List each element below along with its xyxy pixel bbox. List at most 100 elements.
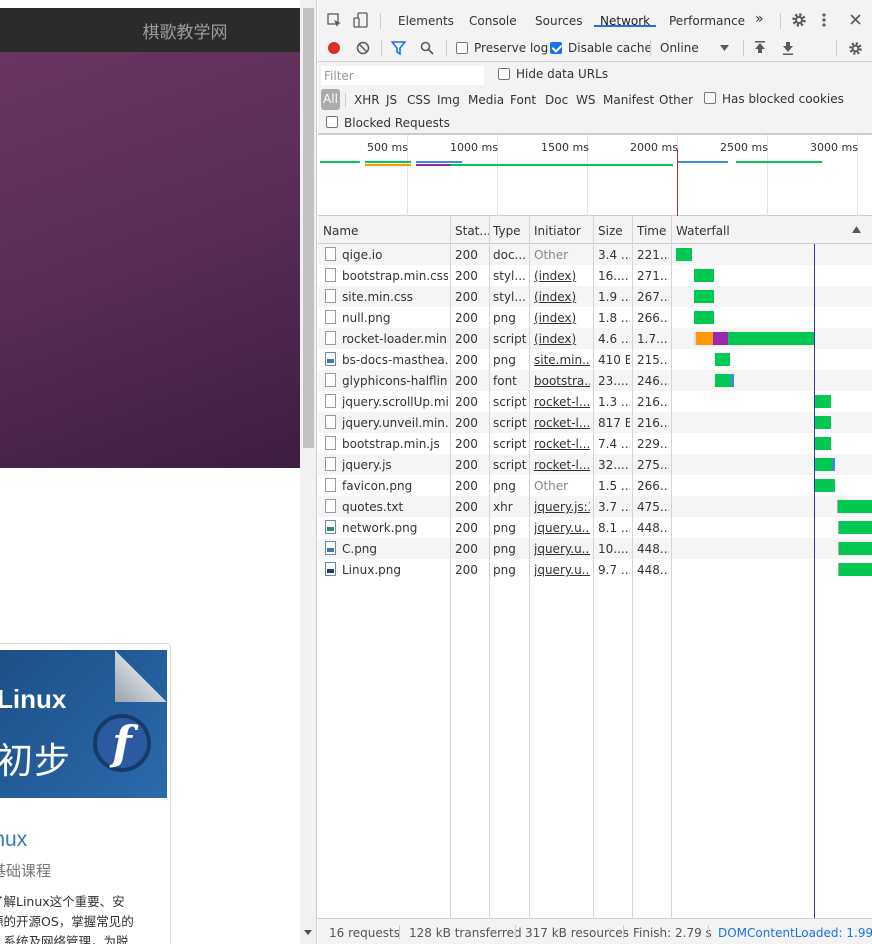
- tab-console[interactable]: Console: [469, 14, 517, 28]
- request-name[interactable]: bs-docs-masthea...: [342, 353, 448, 367]
- search-icon[interactable]: [420, 41, 434, 55]
- table-row[interactable]: null.png 200 png (index) 1.8 ... 266...: [318, 307, 872, 328]
- import-har-icon[interactable]: [754, 41, 766, 55]
- filter-type-all[interactable]: All: [321, 89, 340, 110]
- request-name[interactable]: jquery.scrollUp.mi...: [342, 395, 448, 409]
- table-row[interactable]: bootstrap.min.js 200 script rocket-l... 7.4 …: [318, 433, 872, 454]
- clear-icon[interactable]: [356, 41, 370, 55]
- page-scrollbar[interactable]: [300, 0, 317, 944]
- record-icon[interactable]: [327, 41, 341, 55]
- column-divider[interactable]: [632, 216, 633, 918]
- column-header-initiator[interactable]: Initiator: [534, 224, 581, 238]
- request-name[interactable]: jquery.unveil.min.js: [342, 416, 448, 430]
- request-initiator[interactable]: site.min....: [534, 353, 590, 367]
- column-divider[interactable]: [529, 216, 530, 918]
- request-initiator[interactable]: rocket-l...: [534, 437, 590, 451]
- filter-type-media[interactable]: Media: [468, 93, 504, 107]
- blocked-requests-checkbox[interactable]: [326, 116, 338, 128]
- request-initiator[interactable]: (index): [534, 311, 590, 325]
- filter-type-font[interactable]: Font: [510, 93, 536, 107]
- filter-type-js[interactable]: JS: [386, 93, 397, 107]
- sort-ascending-icon[interactable]: [852, 226, 861, 233]
- request-initiator[interactable]: rocket-l...: [534, 458, 590, 472]
- column-divider[interactable]: [450, 216, 451, 918]
- column-header-type[interactable]: Type: [493, 224, 521, 238]
- course-card-linux[interactable]: Linux 初步 f Linux 基础课程 了解Linux这个重要、安 源的开源…: [0, 643, 171, 944]
- table-row[interactable]: network.png 200 png jquery.u... 8.1 ... 448..…: [318, 517, 872, 538]
- export-har-icon[interactable]: [782, 41, 794, 55]
- request-initiator[interactable]: jquery.u...: [534, 521, 590, 535]
- dropdown-arrow-icon[interactable]: [720, 45, 729, 51]
- filter-funnel-icon[interactable]: [391, 41, 406, 55]
- request-name[interactable]: bootstrap.min.js: [342, 437, 448, 451]
- settings-gear-icon[interactable]: [791, 12, 807, 28]
- request-initiator[interactable]: (index): [534, 290, 590, 304]
- column-header-size[interactable]: Size: [598, 224, 623, 238]
- column-divider[interactable]: [671, 216, 672, 918]
- table-row[interactable]: glyphicons-halflin... 200 font bootstra... 2…: [318, 370, 872, 391]
- filter-type-ws[interactable]: WS: [576, 93, 595, 107]
- request-initiator[interactable]: jquery.u...: [534, 563, 590, 577]
- request-initiator[interactable]: rocket-l...: [534, 395, 590, 409]
- request-initiator[interactable]: (index): [534, 332, 590, 346]
- disable-cache-checkbox[interactable]: [550, 42, 562, 54]
- column-header-time[interactable]: Time: [637, 224, 666, 238]
- request-name[interactable]: qige.io: [342, 248, 448, 262]
- device-toolbar-icon[interactable]: [353, 12, 369, 28]
- table-row[interactable]: jquery.scrollUp.mi... 200 script rocket-l..…: [318, 391, 872, 412]
- throttling-select[interactable]: Online: [660, 41, 699, 55]
- column-header-waterfall[interactable]: Waterfall: [676, 224, 730, 238]
- table-row[interactable]: rocket-loader.min... 200 script (index) 4.6 …: [318, 328, 872, 349]
- request-initiator[interactable]: jquery.js:3: [534, 500, 590, 514]
- request-initiator[interactable]: rocket-l...: [534, 416, 590, 430]
- request-name[interactable]: favicon.png: [342, 479, 448, 493]
- close-devtools-icon[interactable]: [849, 13, 862, 26]
- filter-input[interactable]: [321, 66, 484, 85]
- request-initiator[interactable]: bootstra...: [534, 374, 590, 388]
- table-row[interactable]: quotes.txt 200 xhr jquery.js:3 3.7 ... 475...: [318, 496, 872, 517]
- column-divider[interactable]: [489, 216, 490, 918]
- filter-type-img[interactable]: Img: [437, 93, 460, 107]
- table-row[interactable]: jquery.js 200 script rocket-l... 32.... 275..…: [318, 454, 872, 475]
- column-divider[interactable]: [593, 216, 594, 918]
- filter-type-manifest[interactable]: Manifest: [603, 93, 654, 107]
- preserve-log-checkbox[interactable]: [456, 42, 468, 54]
- filter-type-css[interactable]: CSS: [407, 93, 431, 107]
- kebab-menu-icon[interactable]: [821, 12, 827, 28]
- request-name[interactable]: jquery.js: [342, 458, 448, 472]
- table-row[interactable]: favicon.png 200 png Other 1.5 ... 266...: [318, 475, 872, 496]
- request-initiator[interactable]: (index): [534, 269, 590, 283]
- table-row[interactable]: site.min.css 200 styl... (index) 1.9 ... 267.…: [318, 286, 872, 307]
- table-row[interactable]: bs-docs-masthea... 200 png site.min.... 410 …: [318, 349, 872, 370]
- request-name[interactable]: Linux.png: [342, 563, 448, 577]
- request-name[interactable]: glyphicons-halflin...: [342, 374, 448, 388]
- table-row[interactable]: jquery.unveil.min.js 200 script rocket-l...…: [318, 412, 872, 433]
- table-row[interactable]: qige.io 200 doc... Other 3.4 ... 221...: [318, 244, 872, 265]
- hide-data-urls-checkbox[interactable]: [498, 68, 510, 80]
- table-row[interactable]: bootstrap.min.css 200 styl... (index) 16....…: [318, 265, 872, 286]
- request-initiator[interactable]: jquery.u...: [534, 542, 590, 556]
- course-title[interactable]: Linux: [0, 828, 27, 852]
- site-title[interactable]: 棋歌教学网: [143, 18, 228, 43]
- column-header-name[interactable]: Name: [323, 224, 358, 238]
- request-name[interactable]: rocket-loader.min...: [342, 332, 448, 346]
- filter-type-other[interactable]: Other: [659, 93, 693, 107]
- inspect-element-icon[interactable]: [327, 13, 342, 28]
- request-name[interactable]: network.png: [342, 521, 448, 535]
- request-name[interactable]: C.png: [342, 542, 448, 556]
- table-row[interactable]: C.png 200 png jquery.u... 10.... 448...: [318, 538, 872, 559]
- more-tabs-button[interactable]: »: [755, 11, 764, 27]
- network-settings-gear-icon[interactable]: [848, 41, 863, 56]
- filter-type-xhr[interactable]: XHR: [354, 93, 380, 107]
- page-scrollbar-thumb[interactable]: [303, 8, 314, 448]
- course-thumbnail[interactable]: Linux 初步 f: [0, 650, 167, 798]
- tab-performance[interactable]: Performance: [669, 14, 745, 28]
- table-row[interactable]: Linux.png 200 png jquery.u... 9.7 ... 448...: [318, 559, 872, 580]
- has-blocked-cookies-checkbox[interactable]: [704, 92, 716, 104]
- filter-type-doc[interactable]: Doc: [545, 93, 568, 107]
- network-overview-timeline[interactable]: 500 ms 1000 ms 1500 ms 2000 ms 2500 ms 3…: [318, 134, 872, 217]
- request-name[interactable]: bootstrap.min.css: [342, 269, 448, 283]
- request-name[interactable]: null.png: [342, 311, 448, 325]
- request-name[interactable]: site.min.css: [342, 290, 448, 304]
- scroll-down-arrow-icon[interactable]: [304, 930, 312, 935]
